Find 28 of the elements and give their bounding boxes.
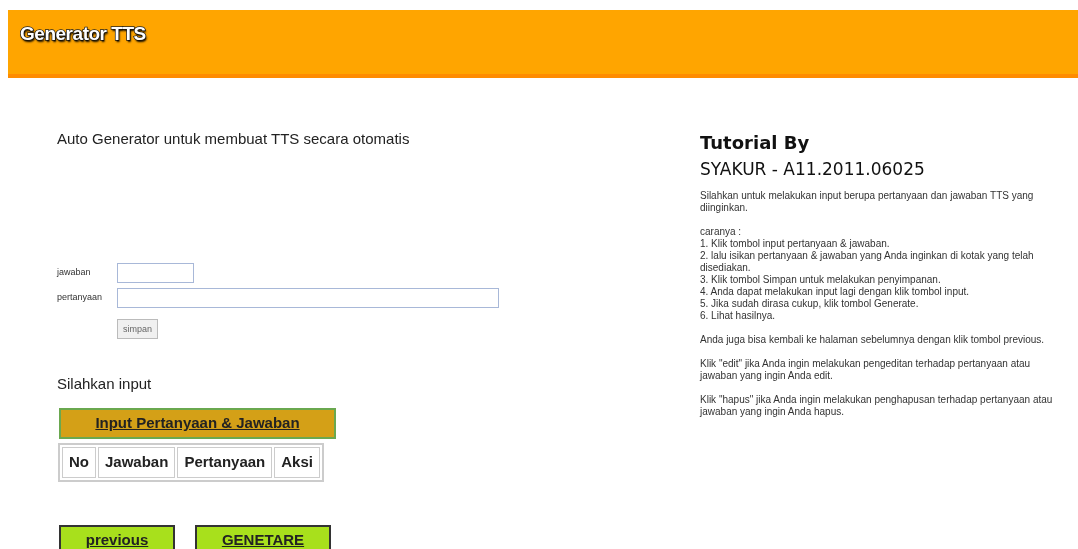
column-header: Pertanyaan	[177, 446, 273, 478]
column-header: No	[62, 446, 96, 478]
step-text: 5. Jika sudah dirasa cukup, klik tombol Generate.	[700, 298, 920, 310]
steps-label: caranya :	[700, 226, 743, 238]
note-text: Klik "hapus" jika Anda ingin melakukan penghapusan terhadap pertanyaan atau jawaban yang ingin Anda hapus.	[700, 394, 1054, 418]
intro-text: Silahkan untuk melakukan input berupa pertanyaan dan jawaban TTS yang diinginkan.	[700, 190, 1035, 214]
field-label: jawaban	[57, 265, 92, 279]
subtitle: Auto Generator untuk membuat TTS secara otomatis	[57, 129, 411, 149]
field-label: pertanyaan	[57, 290, 104, 304]
step-text: 1. Klik tombol input pertanyaan & jawaban.	[700, 238, 891, 250]
input-field[interactable]	[117, 287, 499, 308]
input-field[interactable]	[117, 262, 194, 283]
column-header: Jawaban	[98, 446, 176, 478]
input-question-button[interactable]: Input Pertanyaan & Jawaban	[59, 407, 336, 439]
nav-button[interactable]: previous	[59, 524, 175, 549]
save-button[interactable]: simpan	[117, 319, 158, 340]
author-name: SYAKUR - A11.2011.06025	[700, 158, 926, 180]
tutorial-title: Tutorial By	[700, 132, 811, 154]
step-text: 6. Lihat hasilnya.	[700, 310, 777, 322]
note-text: Klik "edit" jika Anda ingin melakukan pengeditan terhadap pertanyaan atau jawaban yang ingin Anda edit.	[700, 358, 1032, 382]
step-text: 3. Klik tombol Simpan untuk melakukan penyimpanan.	[700, 274, 942, 286]
site-title: Generator TTS	[20, 22, 146, 46]
nav-button[interactable]: GENETARE	[195, 524, 331, 549]
note-text: Anda juga bisa kembali ke halaman sebelumnya dengan klik tombol previous.	[700, 334, 1046, 346]
step-text: 4. Anda dapat melakukan input lagi dengan klik tombol input.	[700, 286, 971, 298]
column-header: Aksi	[274, 446, 320, 478]
section-title: Silahkan input	[57, 374, 153, 395]
step-text: 2. lalu isikan pertanyaan & jawaban yang Anda inginkan di kotak yang telah disediakan.	[700, 250, 1035, 274]
